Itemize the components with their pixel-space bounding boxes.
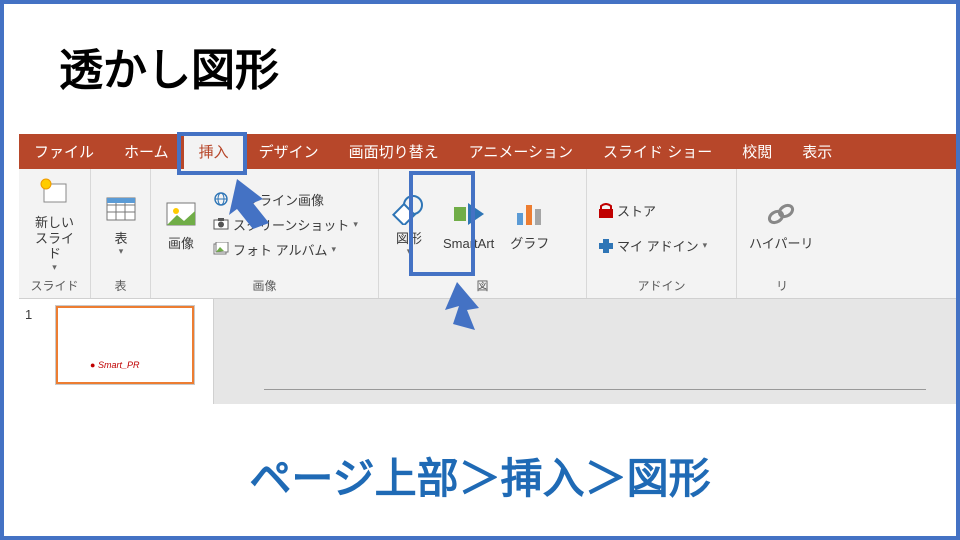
group-illustrations: 図形 SmartArt グラフ 図 [379, 169, 587, 298]
tab-review[interactable]: 校閲 [727, 134, 787, 169]
new-slide-label: 新しい スライド [31, 215, 78, 262]
my-addins-icon [597, 238, 613, 254]
hyperlink-icon [763, 196, 799, 232]
group-tables: 表 表 [91, 169, 151, 298]
group-slides-label: スライド [19, 275, 90, 298]
group-addins-label: アドイン [587, 275, 736, 298]
group-tables-label: 表 [91, 275, 150, 298]
tab-transition[interactable]: 画面切り替え [334, 134, 454, 169]
photo-album-button[interactable]: フォト アルバム [209, 238, 362, 261]
tab-file[interactable]: ファイル [19, 134, 109, 169]
ribbon-body: 新しい スライド スライド 表 表 [19, 169, 956, 299]
pictures-label: 画像 [168, 236, 194, 252]
group-addins: ストア マイ アドイン アドイン [587, 169, 737, 298]
smartart-label: SmartArt [443, 236, 494, 252]
slide-canvas-area[interactable] [214, 299, 956, 404]
screenshot-icon [213, 216, 229, 232]
tab-slideshow[interactable]: スライド ショー [588, 134, 727, 169]
addins-stack: ストア マイ アドイン [593, 191, 711, 257]
new-slide-button[interactable]: 新しい スライド [25, 173, 84, 275]
hyperlink-label: ハイパーリ [749, 236, 813, 252]
arrow-to-insert [229, 179, 289, 229]
bottom-caption: ページ上部＞挿入＞図形 [4, 439, 956, 506]
chart-icon [512, 196, 548, 232]
slide-thumbnail-1[interactable]: ● Smart_PR [55, 305, 195, 385]
tab-insert[interactable]: 挿入 [184, 134, 244, 169]
my-addins-label: マイ アドイン [617, 236, 699, 255]
new-slide-icon [37, 175, 73, 211]
hyperlink-button[interactable]: ハイパーリ [743, 194, 819, 254]
store-button[interactable]: ストア [593, 199, 711, 222]
table-icon [103, 191, 139, 227]
shapes-button[interactable]: 図形 [385, 189, 433, 259]
photo-album-label: フォト アルバム [233, 240, 327, 259]
tab-view[interactable]: 表示 [787, 134, 847, 169]
tab-home[interactable]: ホーム [109, 134, 184, 169]
arrow-to-shapes [439, 282, 489, 332]
group-slides: 新しい スライド スライド [19, 169, 91, 298]
group-images-label: 画像 [151, 275, 378, 298]
group-links-label: リ [737, 275, 827, 298]
smartart-icon [451, 196, 487, 232]
pictures-button[interactable]: 画像 [157, 194, 205, 254]
tab-animation[interactable]: アニメーション [454, 134, 588, 169]
slide-edge [264, 389, 926, 409]
tab-design[interactable]: デザイン [244, 134, 334, 169]
slide-number-1: 1 [25, 307, 32, 322]
my-addins-button[interactable]: マイ アドイン [593, 234, 711, 257]
shapes-label: 図形 [396, 231, 422, 247]
table-button[interactable]: 表 [97, 189, 145, 259]
store-label: ストア [617, 201, 656, 220]
smartart-button[interactable]: SmartArt [437, 194, 500, 254]
pictures-icon [163, 196, 199, 232]
online-pictures-icon [213, 191, 229, 207]
chart-button[interactable]: グラフ [504, 194, 555, 254]
photo-album-icon [213, 241, 229, 257]
slide-panel: 1 ● Smart_PR [19, 299, 214, 404]
ribbon-area: ファイル ホーム 挿入 デザイン 画面切り替え アニメーション スライド ショー… [19, 134, 956, 404]
store-icon [597, 203, 613, 219]
shapes-icon [391, 191, 427, 227]
slide-title: 透かし図形 [59, 34, 279, 98]
table-label: 表 [114, 231, 127, 247]
thumbnail-logo-text: ● Smart_PR [90, 360, 139, 370]
group-links: ハイパーリ リ [737, 169, 827, 298]
chart-label: グラフ [510, 236, 549, 252]
ribbon-tab-strip: ファイル ホーム 挿入 デザイン 画面切り替え アニメーション スライド ショー… [19, 134, 956, 169]
